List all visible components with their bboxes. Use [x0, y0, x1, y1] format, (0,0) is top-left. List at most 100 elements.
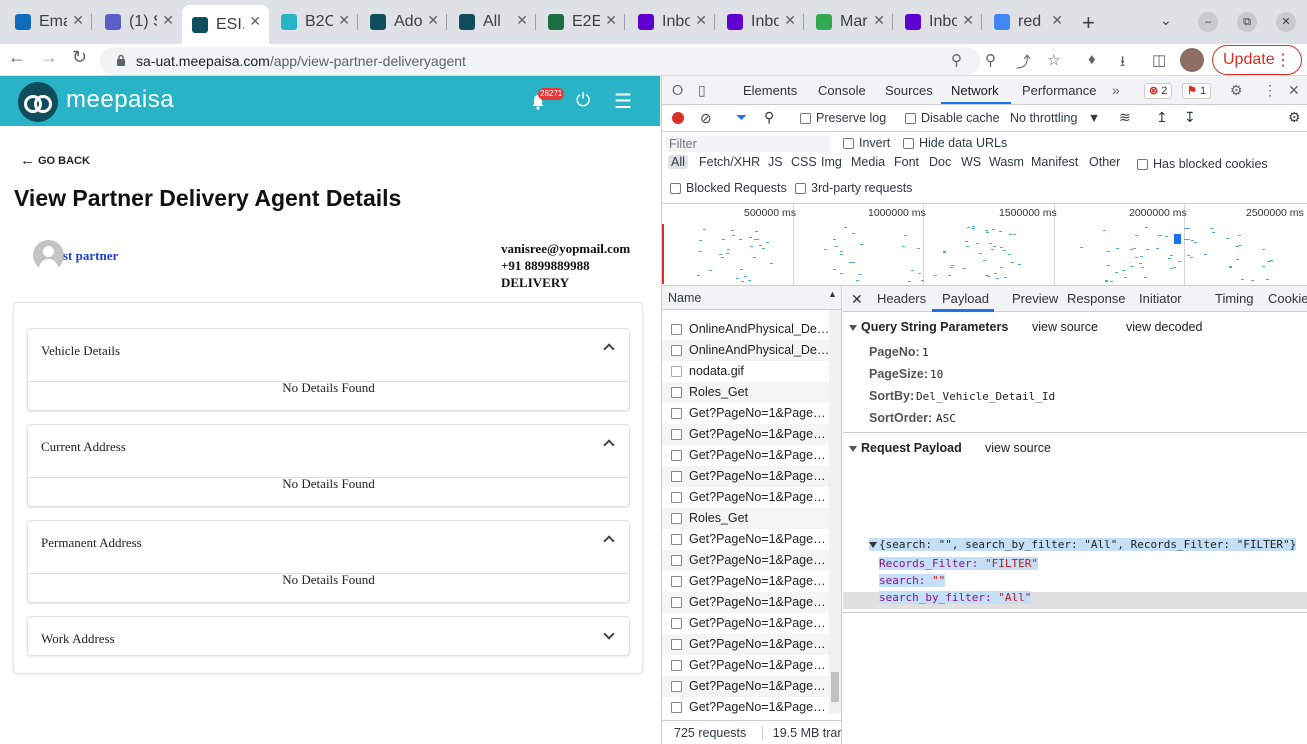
request-row[interactable]: Roles_Get [662, 382, 830, 403]
close-tab-icon[interactable]: ✕ [338, 12, 350, 29]
close-tab-icon[interactable]: ✕ [72, 12, 84, 29]
chevron-down-icon[interactable] [603, 628, 615, 640]
tab-search-icon[interactable]: ⌄ [1160, 12, 1172, 29]
record-icon[interactable] [672, 112, 684, 124]
network-settings-icon[interactable]: ⚙ [1288, 109, 1301, 126]
filter-ws[interactable]: WS [961, 155, 981, 169]
extensions-icon[interactable]: ♦ [1088, 51, 1096, 68]
request-row[interactable]: Get?PageNo=1&PageSiz... [662, 445, 830, 466]
hide-data-urls-checkbox[interactable]: Hide data URLs [903, 136, 1007, 150]
throttling-select[interactable]: No throttling ▼ [1010, 111, 1100, 125]
tab-headers[interactable]: Headers [877, 291, 926, 306]
back-icon[interactable]: ← [8, 47, 26, 68]
device-toolbar-icon[interactable]: ▯ [698, 82, 706, 99]
search-icon[interactable]: ⚲ [764, 109, 774, 126]
filter-manifest[interactable]: Manifest [1031, 155, 1078, 169]
filter-funnel-icon[interactable]: ⏷ [736, 109, 747, 126]
close-tab-icon[interactable]: ✕ [249, 13, 261, 30]
request-row[interactable]: Get?PageNo=1&PageSiz... [662, 697, 830, 718]
browser-tab[interactable]: Ado ✕ [360, 8, 447, 36]
tab-cookies[interactable]: Cookies [1268, 291, 1307, 306]
request-row[interactable]: Get?PageNo=1&PageSiz... [662, 592, 830, 613]
browser-tab[interactable]: ESI. ✕ [182, 5, 269, 44]
browser-tab[interactable]: (1) S ✕ [95, 8, 182, 36]
close-tab-icon[interactable]: ✕ [605, 12, 617, 29]
inspect-element-icon[interactable]: ⭘ [672, 82, 683, 99]
request-row[interactable]: Get?PageNo=1&PageSiz... [662, 655, 830, 676]
filter-img[interactable]: Img [821, 155, 842, 169]
request-row[interactable]: Get?PageNo=1&PageSiz... [662, 676, 830, 697]
request-row[interactable]: nodata.gif [662, 361, 830, 382]
minimize-icon[interactable]: – [1198, 12, 1218, 32]
request-payload-section-title[interactable]: Request Payload [849, 441, 962, 455]
filter-media[interactable]: Media [851, 155, 885, 169]
close-tab-icon[interactable]: ✕ [162, 12, 174, 29]
issue-count-badge[interactable]: ⚑ 1 [1182, 83, 1212, 99]
section-title[interactable]: Work Address [41, 631, 115, 647]
chevron-up-icon[interactable] [603, 535, 615, 547]
logo-text[interactable]: meepaisa [66, 86, 174, 114]
export-har-icon[interactable]: ↧ [1184, 109, 1196, 126]
payload-field[interactable]: search: "" [879, 574, 946, 587]
tab-payload[interactable]: Payload [942, 291, 989, 306]
name-column-header[interactable]: Name [668, 291, 701, 305]
download-icon[interactable]: ⭳ [1120, 51, 1125, 76]
request-list-scrollbar[interactable] [829, 310, 841, 714]
tab-timing[interactable]: Timing [1215, 291, 1254, 306]
close-tab-icon[interactable]: ✕ [962, 12, 974, 29]
browser-tab[interactable]: Ema ✕ [5, 8, 92, 36]
request-row[interactable]: Get?PageNo=1&PageSiz... [662, 424, 830, 445]
location-icon[interactable]: ⚲ [985, 51, 996, 69]
request-row[interactable]: Get?PageNo=1&PageSiz... [662, 403, 830, 424]
chevron-up-icon[interactable] [603, 439, 615, 451]
browser-tab[interactable]: Inbo ✕ [895, 8, 982, 36]
new-tab-button[interactable]: + [1082, 10, 1095, 36]
filter-font[interactable]: Font [894, 155, 919, 169]
request-row[interactable]: Get?PageNo=1&PageSiz... [662, 529, 830, 550]
browser-tab[interactable]: E2E ✕ [538, 8, 625, 36]
meepaisa-logo-icon[interactable] [18, 82, 58, 122]
bookmark-star-icon[interactable]: ☆ [1047, 51, 1060, 69]
has-blocked-cookies-checkbox[interactable]: Has blocked cookies [1137, 157, 1268, 171]
chevron-up-icon[interactable] [603, 343, 615, 355]
view-decoded-link[interactable]: view decoded [1126, 320, 1202, 334]
share-icon[interactable]: ⤴ [1016, 51, 1031, 72]
section-work-address[interactable]: Work Address [27, 616, 630, 656]
tab-network[interactable]: Network [951, 83, 999, 98]
filter-css[interactable]: CSS [791, 155, 817, 169]
request-row[interactable]: Roles_Get [662, 508, 830, 529]
section-title[interactable]: Permanent Address [41, 535, 142, 551]
section-title[interactable]: Current Address [41, 439, 126, 455]
tab-console[interactable]: Console [818, 83, 866, 98]
browser-tab[interactable]: All ✕ [449, 8, 536, 36]
browser-tab[interactable]: Inbo ✕ [628, 8, 715, 36]
close-tab-icon[interactable]: ✕ [784, 12, 796, 29]
disable-cache-checkbox[interactable]: Disable cache [905, 111, 1000, 125]
payload-field[interactable]: search_by_filter: "All" [879, 591, 1032, 604]
request-row[interactable]: Get?PageNo=1&PageSiz... [662, 487, 830, 508]
browser-tab[interactable]: B2C ✕ [271, 8, 358, 36]
blocked-requests-checkbox[interactable]: Blocked Requests [670, 181, 787, 195]
filter-all[interactable]: All [668, 155, 688, 169]
tab-elements[interactable]: Elements [743, 83, 797, 98]
hamburger-menu-icon[interactable]: ☰ [614, 89, 632, 114]
section-title[interactable]: Vehicle Details [41, 343, 120, 359]
close-window-icon[interactable]: ✕ [1276, 12, 1296, 32]
error-count-badge[interactable]: ⊗ 2 [1144, 83, 1173, 99]
invert-checkbox[interactable]: Invert [843, 136, 890, 150]
address-bar[interactable]: sa-uat.meepaisa.com/app/view-partner-del… [100, 47, 980, 75]
request-row[interactable]: Get?PageNo=1&PageSiz... [662, 634, 830, 655]
tab-initiator[interactable]: Initiator [1139, 291, 1182, 306]
payload-view-source-link[interactable]: view source [985, 441, 1051, 455]
import-har-icon[interactable]: ↥ [1156, 109, 1168, 126]
tab-preview[interactable]: Preview [1012, 291, 1058, 306]
browser-tab[interactable]: red ✕ [984, 8, 1071, 36]
payload-field[interactable]: Records_Filter: "FILTER" [879, 557, 1038, 570]
close-tab-icon[interactable]: ✕ [695, 12, 707, 29]
settings-gear-icon[interactable]: ⚙ [1230, 82, 1243, 99]
request-row[interactable]: Get?PageNo=1&PageSiz... [662, 466, 830, 487]
scrollbar-thumb[interactable] [831, 672, 839, 702]
side-panel-icon[interactable]: ◫ [1152, 51, 1166, 69]
close-tab-icon[interactable]: ✕ [873, 12, 885, 29]
network-overview-timeline[interactable]: 500000 ms 1000000 ms 1500000 ms 2000000 … [662, 204, 1307, 286]
